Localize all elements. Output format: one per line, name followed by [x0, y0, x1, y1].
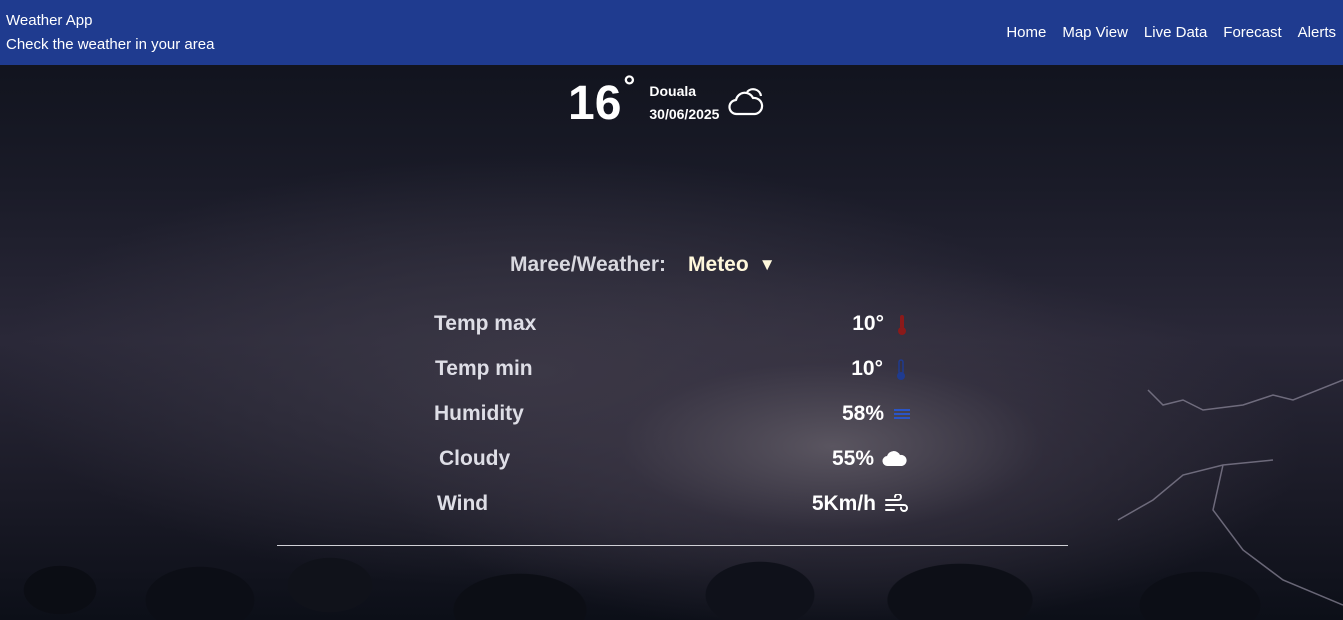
current-date: 30/06/2025: [649, 106, 720, 122]
metric-row: Wind 5Km/h: [277, 488, 1068, 533]
metric-label: Temp min: [435, 357, 533, 380]
humidity-lines-icon: [894, 409, 910, 419]
metric-row: Temp max 10°: [277, 308, 1068, 353]
cloud-sun-icon: [728, 88, 764, 116]
metric-label: Temp max: [434, 312, 537, 335]
nav-home[interactable]: Home: [1006, 24, 1046, 41]
cloud-icon: [882, 451, 907, 467]
metric-row: Humidity 58%: [277, 398, 1068, 443]
brand: Weather App Check the weather in your ar…: [0, 9, 214, 57]
city-name: Douala: [649, 83, 697, 99]
metric-row: Cloudy 55%: [277, 443, 1068, 488]
metric-value: 58%: [841, 402, 884, 425]
current-temperature: 16: [568, 77, 622, 130]
metric-value: 10°: [851, 357, 883, 380]
thermometer-high-icon: [898, 315, 906, 335]
selector-value[interactable]: Meteo: [688, 253, 749, 277]
degree-symbol: °: [623, 70, 636, 103]
nav-forecast[interactable]: Forecast: [1223, 24, 1281, 41]
location-info: Douala 30/06/2025: [649, 80, 719, 126]
wind-icon: [885, 494, 908, 512]
metric-value: 10°: [852, 312, 884, 335]
thermometer-low-icon: [897, 359, 905, 380]
app-header: Weather App Check the weather in your ar…: [0, 0, 1343, 65]
app-subtitle: Check the weather in your area: [6, 35, 215, 53]
current-weather: 16 ° Douala 30/06/2025: [568, 70, 767, 134]
lightning-decoration: [1117, 379, 1343, 606]
mode-selector[interactable]: Maree/Weather: Meteo ▼: [510, 253, 776, 277]
app-title: Weather App: [6, 11, 93, 29]
main-nav: Home Map View Live Data Forecast Alerts: [990, 24, 1343, 41]
metric-label: Humidity: [434, 402, 524, 425]
metric-value: 55%: [831, 447, 874, 470]
selector-label: Maree/Weather:: [510, 253, 667, 276]
nav-map-view[interactable]: Map View: [1062, 24, 1128, 41]
nav-alerts[interactable]: Alerts: [1298, 24, 1336, 41]
metric-label: Wind: [437, 492, 489, 515]
metric-label: Cloudy: [439, 447, 511, 470]
dropdown-caret-icon[interactable]: ▼: [759, 255, 776, 275]
nav-live-data[interactable]: Live Data: [1144, 24, 1207, 41]
metric-row: Temp min 10°: [277, 353, 1068, 398]
metric-value: 5Km/h: [811, 492, 876, 515]
metrics-table: Temp max 10° Temp min 10° Humidity 58% C…: [277, 308, 1068, 546]
